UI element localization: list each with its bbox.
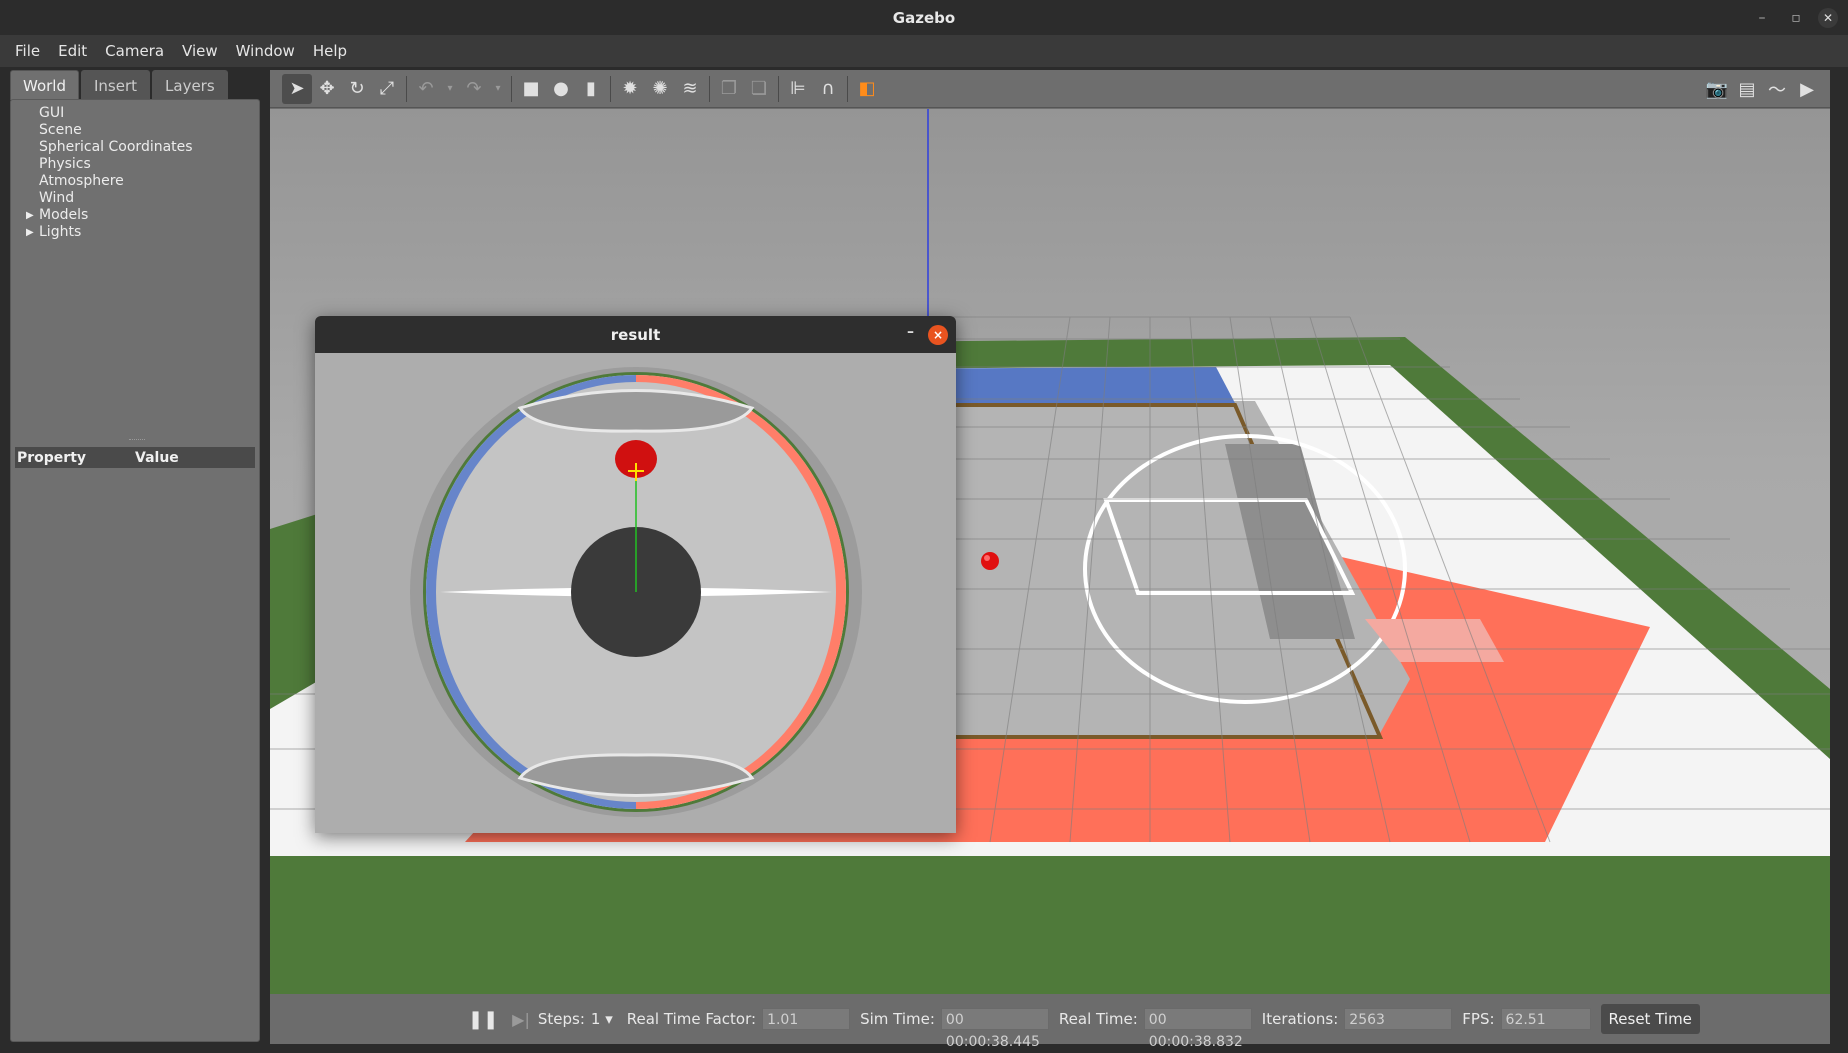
sim-time-label: Sim Time: <box>860 1010 935 1028</box>
plot-icon[interactable]: 〜 <box>1762 74 1792 104</box>
pause-icon[interactable]: ❚❚ <box>468 1009 498 1030</box>
steps-spinner[interactable]: 1 ▾ <box>591 1010 613 1028</box>
directional-light-icon[interactable]: ≋ <box>675 74 705 104</box>
tree-item-atmosphere[interactable]: Atmosphere <box>39 173 259 190</box>
log-icon[interactable]: ▤ <box>1732 74 1762 104</box>
menu-file[interactable]: File <box>6 42 49 60</box>
toolbar-divider <box>847 75 848 102</box>
reset-time-button[interactable]: Reset Time <box>1600 1004 1700 1034</box>
paste-icon[interactable]: ❏ <box>744 74 774 104</box>
redo-icon[interactable]: ↷ <box>459 74 489 104</box>
menubar: File Edit Camera View Window Help <box>0 35 1848 67</box>
tree-item-physics[interactable]: Physics <box>39 156 259 173</box>
select-mode-icon[interactable]: ➤ <box>282 73 312 104</box>
ball-highlight <box>984 555 990 561</box>
result-title: result <box>610 325 661 344</box>
snap-icon[interactable]: ∩ <box>813 74 843 104</box>
toolbar-divider <box>511 75 512 102</box>
tree-item-label: Lights <box>39 224 82 240</box>
tree-item-gui[interactable]: GUI <box>39 105 259 122</box>
tree-item-label: Atmosphere <box>39 173 124 189</box>
step-icon[interactable]: ▶| <box>512 1010 530 1029</box>
expand-arrow-icon[interactable]: ▶ <box>26 207 34 224</box>
steps-value[interactable]: 1 <box>591 1010 601 1028</box>
sim-time-field: 00 00:00:38.445 <box>940 1008 1049 1050</box>
point-light-icon[interactable]: ✹ <box>615 74 645 104</box>
menu-help[interactable]: Help <box>304 42 356 60</box>
sphere-shape-icon[interactable]: ● <box>546 74 576 104</box>
cylinder-shape-icon[interactable]: ▮ <box>576 74 606 104</box>
toolbar-divider <box>778 75 779 102</box>
tree-item-spherical-coordinates[interactable]: Spherical Coordinates <box>39 139 259 156</box>
tree-item-label: Spherical Coordinates <box>39 139 193 155</box>
align-icon[interactable]: ⊫ <box>783 74 813 104</box>
redo-dropdown-icon[interactable]: ▾ <box>489 74 507 104</box>
left-panel: World Insert Layers GUI Scene Spherical … <box>10 70 260 1042</box>
real-time-label: Real Time: <box>1058 1010 1138 1028</box>
undo-icon[interactable]: ↶ <box>411 74 441 104</box>
red-ball[interactable] <box>981 552 999 570</box>
tree-item-label: Wind <box>39 190 75 206</box>
tree-item-label: GUI <box>39 105 65 121</box>
tree-item-scene[interactable]: Scene <box>39 122 259 139</box>
tab-world[interactable]: World <box>10 70 79 100</box>
tree-item-wind[interactable]: Wind <box>39 190 259 207</box>
box-shape-icon[interactable]: ■ <box>516 74 546 104</box>
tab-layers[interactable]: Layers <box>152 70 228 100</box>
tree-item-models[interactable]: ▶ Models <box>26 207 259 224</box>
bottom-status-bar: ❚❚ ▶| Steps: 1 ▾ Real Time Factor: 1.01 … <box>270 994 1830 1050</box>
rotate-mode-icon[interactable]: ↻ <box>342 74 372 104</box>
iterations-field: 2563 <box>1344 1008 1453 1030</box>
toolbar-divider <box>610 75 611 102</box>
minimize-icon[interactable]: – <box>1750 7 1774 29</box>
result-titlebar: result – × <box>315 316 956 353</box>
steps-label: Steps: <box>537 1010 585 1028</box>
real-time-field: 00 00:00:38.832 <box>1143 1008 1252 1050</box>
result-window: result – × <box>315 316 956 833</box>
menu-edit[interactable]: Edit <box>49 42 96 60</box>
property-column-header: Property <box>17 449 87 466</box>
view-angle-icon[interactable]: ◧ <box>852 74 882 104</box>
toolbar: ➤ ✥ ↻ ⤢ ↶ ▾ ↷ ▾ ■ ● ▮ ✹ ✺ ≋ ❐ ❏ ⊫ ∩ ◧ 📷 … <box>270 70 1830 108</box>
tab-insert[interactable]: Insert <box>81 70 151 100</box>
menu-camera[interactable]: Camera <box>96 42 173 60</box>
menu-view[interactable]: View <box>173 42 227 60</box>
property-table-header: Property Value <box>15 447 255 468</box>
rtf-field: 1.01 <box>762 1008 851 1030</box>
translate-mode-icon[interactable]: ✥ <box>312 74 342 104</box>
value-column-header: Value <box>135 449 179 466</box>
screenshot-icon[interactable]: 📷 <box>1702 74 1732 104</box>
iterations-label: Iterations: <box>1261 1010 1339 1028</box>
splitter-handle[interactable] <box>129 439 145 442</box>
omni-camera-view <box>315 353 956 833</box>
result-minimize-icon[interactable]: – <box>907 324 914 340</box>
tree-item-label: Models <box>39 207 89 223</box>
window-titlebar: Gazebo – ▫ ✕ <box>0 0 1848 35</box>
spot-light-icon[interactable]: ✺ <box>645 74 675 104</box>
menu-window[interactable]: Window <box>227 42 304 60</box>
tree-item-lights[interactable]: ▶ Lights <box>26 224 259 241</box>
expand-arrow-icon[interactable]: ▶ <box>26 224 34 241</box>
toolbar-divider <box>406 75 407 102</box>
video-record-icon[interactable]: ▶ <box>1792 74 1822 104</box>
close-icon[interactable]: ✕ <box>1818 8 1838 28</box>
rtf-label: Real Time Factor: <box>626 1010 757 1028</box>
tree-item-label: Scene <box>39 122 82 138</box>
fps-label: FPS: <box>1462 1010 1495 1028</box>
tree-item-label: Physics <box>39 156 91 172</box>
result-close-icon[interactable]: × <box>928 325 948 345</box>
world-tree-panel: GUI Scene Spherical Coordinates Physics … <box>10 99 260 1042</box>
toolbar-divider <box>709 75 710 102</box>
window-title: Gazebo <box>892 8 956 27</box>
undo-dropdown-icon[interactable]: ▾ <box>441 74 459 104</box>
maximize-icon[interactable]: ▫ <box>1784 7 1808 29</box>
fps-field: 62.51 <box>1500 1008 1591 1030</box>
copy-icon[interactable]: ❐ <box>714 74 744 104</box>
scale-mode-icon[interactable]: ⤢ <box>372 74 402 104</box>
